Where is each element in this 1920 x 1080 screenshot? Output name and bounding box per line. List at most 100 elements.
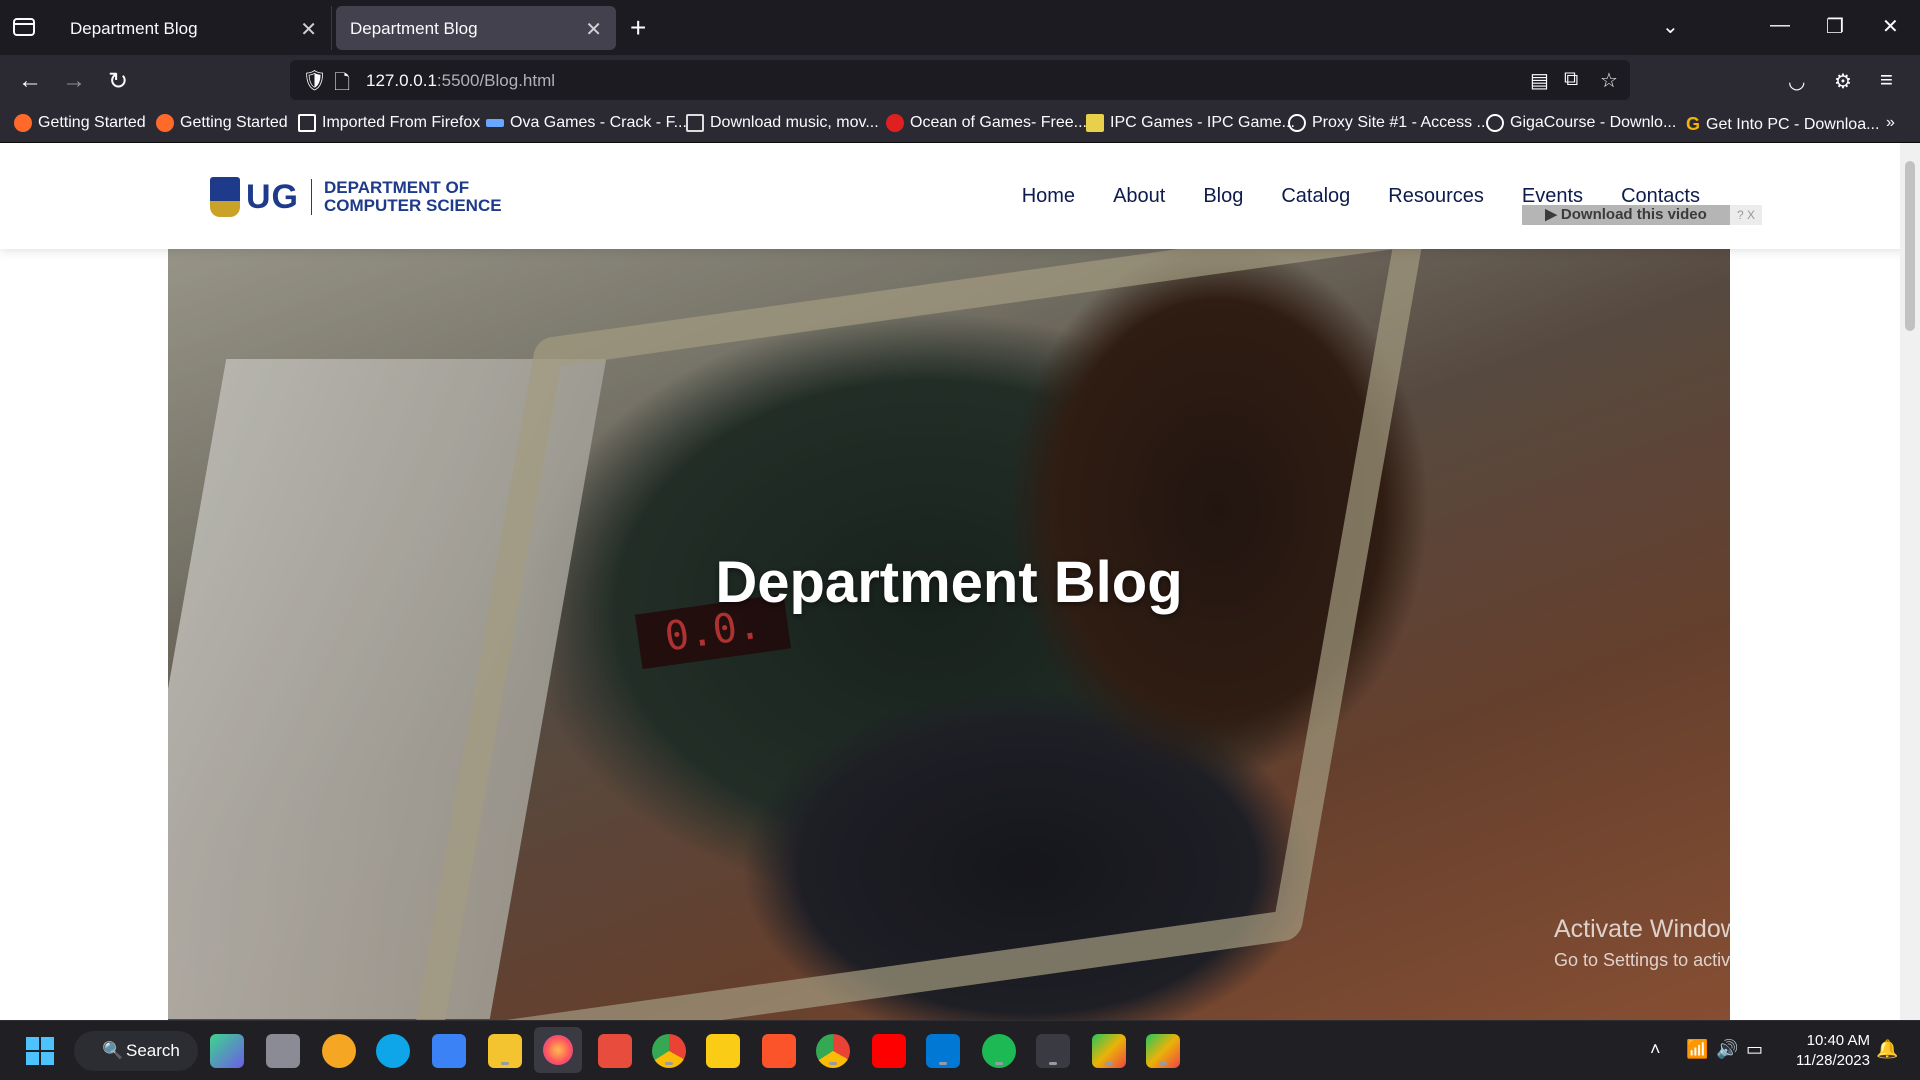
restore-button[interactable]: ❐: [1826, 14, 1844, 39]
new-tab-button[interactable]: +: [630, 12, 646, 44]
bookmark-label: Ocean of Games- Free...: [910, 114, 1087, 131]
watermark-line-1: Activate Windows: [1554, 915, 1752, 943]
logo-line-1: DEPARTMENT OF: [324, 178, 470, 197]
back-button[interactable]: ←: [18, 67, 42, 95]
url-path: :5500/Blog.html: [436, 71, 556, 90]
copilot-icon[interactable]: [210, 1034, 244, 1068]
minimize-button[interactable]: —: [1770, 14, 1790, 37]
close-window-button[interactable]: ✕: [1882, 14, 1899, 39]
clock[interactable]: 10:40 AM 11/28/2023: [1790, 1031, 1870, 1071]
task-view-icon[interactable]: [266, 1034, 300, 1068]
firefox-icon: [14, 114, 32, 132]
start-button[interactable]: [26, 1037, 54, 1065]
bookmark-label: GigaCourse - Downlo...: [1510, 114, 1677, 131]
bookmark-proxy-site[interactable]: Proxy Site #1 - Access ...: [1288, 114, 1490, 132]
url-host: 127.0.0.1: [366, 71, 437, 90]
wifi-icon[interactable]: 📶: [1686, 1039, 1708, 1060]
bookmark-getting-started[interactable]: Getting Started: [14, 114, 146, 132]
running-indicator: [665, 1062, 673, 1065]
bookmark-ipc-games[interactable]: IPC Games - IPC Game...: [1086, 114, 1295, 132]
clock-date: 11/28/2023: [1796, 1052, 1870, 1069]
youtube-icon[interactable]: [872, 1034, 906, 1068]
bookmark-ocean-of-games[interactable]: Ocean of Games- Free...: [886, 114, 1087, 132]
brave-icon[interactable]: [762, 1034, 796, 1068]
microsoft-store-icon[interactable]: [432, 1034, 466, 1068]
reload-button[interactable]: ↻: [108, 67, 128, 96]
file-explorer-icon[interactable]: [488, 1034, 522, 1068]
chrome-profile-icon[interactable]: [816, 1034, 850, 1068]
nav-resources-link[interactable]: Resources: [1388, 185, 1484, 208]
search-icon: 🔍: [102, 1041, 124, 1060]
nav-blog-link[interactable]: Blog: [1203, 185, 1243, 208]
url-text[interactable]: 127.0.0.1:5500/Blog.html: [366, 71, 555, 91]
list-all-tabs-button[interactable]: [12, 16, 38, 38]
scrollbar-thumb[interactable]: [1905, 161, 1915, 331]
download-video-help-close[interactable]: ? X: [1730, 205, 1762, 225]
tab-overflow-chevron-icon[interactable]: ⌄: [1662, 14, 1679, 39]
terminal-icon[interactable]: [1036, 1034, 1070, 1068]
edge-icon[interactable]: [376, 1034, 410, 1068]
tab-title: Department Blog: [350, 19, 478, 38]
menu-hamburger-icon[interactable]: ≡: [1880, 67, 1893, 93]
nav-home-link[interactable]: Home: [1022, 185, 1075, 208]
activate-windows-watermark: Activate Windows Go to Settings to activ…: [1554, 915, 1838, 971]
spotify-icon[interactable]: [982, 1034, 1016, 1068]
chrome-icon[interactable]: [652, 1034, 686, 1068]
address-bar[interactable]: 🛡 🗋 127.0.0.1:5500/Blog.html ▤ ⧉ ☆: [290, 60, 1630, 100]
pocket-icon[interactable]: ◡: [1788, 69, 1805, 94]
firefox-taskbar-icon[interactable]: [534, 1027, 582, 1073]
tab-department-blog-1[interactable]: Department Blog ✕: [56, 6, 332, 50]
globe-icon: [1288, 114, 1306, 132]
close-icon[interactable]: ✕: [300, 17, 317, 42]
running-indicator: [829, 1062, 837, 1065]
bookmark-label: Ova Games - Crack - F...: [510, 114, 687, 131]
windows-logo-icon: [41, 1052, 54, 1065]
running-indicator: [1105, 1062, 1113, 1065]
nav-catalog-link[interactable]: Catalog: [1281, 185, 1350, 208]
sticky-notes-icon[interactable]: [706, 1034, 740, 1068]
picture-in-picture-icon[interactable]: ⧉: [1564, 68, 1578, 91]
running-indicator: [1049, 1062, 1057, 1065]
bookmark-gigacourse[interactable]: GigaCourse - Downlo...: [1486, 114, 1676, 132]
ipc-icon: [1086, 114, 1104, 132]
clock-time: 10:40 AM: [1806, 1032, 1870, 1049]
running-indicator: [995, 1062, 1003, 1065]
tray-chevron-up-icon[interactable]: ˄: [1650, 1039, 1661, 1060]
volume-icon[interactable]: 🔊: [1716, 1039, 1738, 1060]
running-indicator: [1159, 1062, 1167, 1065]
bookmark-download-music[interactable]: Download music, mov...: [686, 114, 879, 132]
bookmark-label: Get Into PC - Downloa...: [1706, 115, 1880, 133]
shield-icon[interactable]: 🛡: [302, 68, 327, 93]
watermark-line-2: Go to Settings to activate Windows.: [1554, 950, 1839, 970]
extensions-icon[interactable]: ⚙: [1834, 69, 1852, 94]
tab-department-blog-2[interactable]: Department Blog ✕: [336, 6, 616, 50]
bluestacks-icon[interactable]: [1092, 1034, 1126, 1068]
notification-bell-icon[interactable]: 🔔: [1876, 1039, 1898, 1060]
tab-strip: Department Blog ✕ Department Blog ✕ + ⌄ …: [0, 0, 1920, 55]
page-icon[interactable]: 🗋: [334, 68, 350, 102]
bluestacks-multi-icon[interactable]: [1146, 1034, 1180, 1068]
nav-about-link[interactable]: About: [1113, 185, 1165, 208]
bookmarks-overflow-chevron-icon[interactable]: »: [1886, 114, 1895, 132]
bookmarks-toolbar: Getting Started Getting Started Imported…: [0, 105, 1920, 143]
department-logo[interactable]: UG DEPARTMENT OF COMPUTER SCIENCE: [210, 177, 502, 217]
monitor-icon: [686, 114, 704, 132]
download-video-button[interactable]: ▶ Download this video: [1522, 205, 1730, 225]
battery-icon[interactable]: ▭: [1746, 1039, 1763, 1060]
bookmark-imported-from-firefox[interactable]: Imported From Firefox: [298, 114, 480, 132]
weather-widget-icon[interactable]: [322, 1034, 356, 1068]
app-swirl-icon[interactable]: [598, 1034, 632, 1068]
hero-video[interactable]: 0.0. Department Blog: [168, 249, 1730, 1020]
bookmark-getting-started-2[interactable]: Getting Started: [156, 114, 288, 132]
forward-button[interactable]: →: [62, 67, 86, 95]
bookmark-get-into-pc[interactable]: G Get Into PC - Downloa...: [1686, 114, 1879, 135]
page-scrollbar[interactable]: [1900, 143, 1920, 1020]
bookmark-star-icon[interactable]: ☆: [1600, 68, 1618, 93]
taskbar-search[interactable]: 🔍 Search: [74, 1031, 198, 1071]
running-indicator: [939, 1062, 947, 1065]
folder-icon: [298, 114, 316, 132]
reader-view-icon[interactable]: ▤: [1530, 68, 1549, 93]
close-icon[interactable]: ✕: [585, 17, 602, 42]
vscode-icon[interactable]: [926, 1034, 960, 1068]
bookmark-ova-games[interactable]: Ova Games - Crack - F...: [486, 114, 687, 132]
